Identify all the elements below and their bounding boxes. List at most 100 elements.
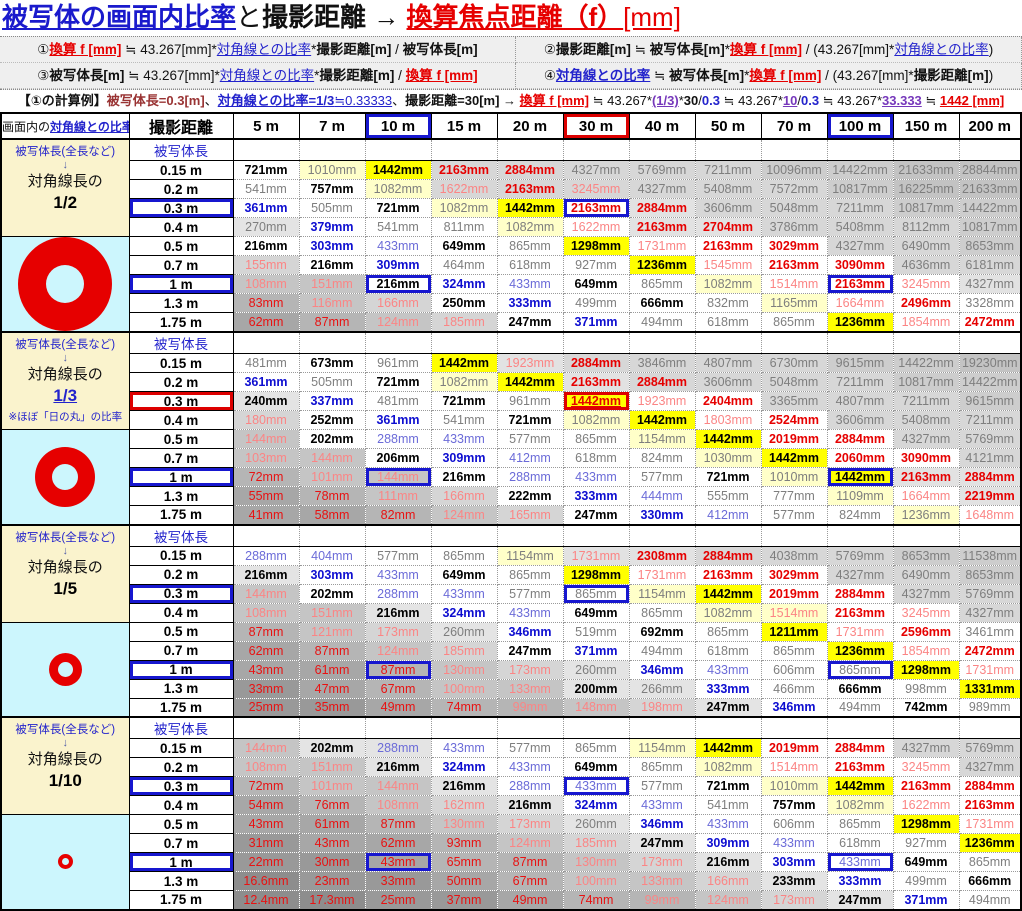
- text-segment: と: [236, 2, 263, 32]
- focal-length-cell: 6181mm: [959, 255, 1022, 276]
- focal-length-cell: 998mm: [893, 679, 960, 699]
- distance-column-header: 40 m: [628, 112, 696, 140]
- focal-length-cell: 337mm: [299, 391, 366, 411]
- focal-length-cell: 618mm: [695, 641, 762, 661]
- focal-length-cell: 4327mm: [563, 160, 630, 180]
- focal-length-cell: 721mm: [695, 776, 762, 796]
- subject-length-row-label: 1 m: [128, 274, 234, 295]
- focal-length-cell: 144mm: [233, 429, 300, 449]
- focal-length-cell: 2163mm: [893, 776, 960, 796]
- focal-length-cell: 130mm: [431, 814, 498, 834]
- focal-length-cell: 124mm: [431, 505, 498, 525]
- focal-length-cell: 100mm: [431, 679, 498, 699]
- focal-length-cell: 3090mm: [893, 448, 960, 468]
- focal-length-cell: 2472mm: [959, 641, 1022, 661]
- focal-length-cell: 1664mm: [827, 293, 894, 314]
- focal-length-cell: 5048mm: [761, 372, 828, 392]
- empty-cell: [497, 332, 564, 354]
- focal-length-cell: 67mm: [365, 679, 432, 699]
- focal-length-cell: 49mm: [365, 698, 432, 718]
- focal-length-cell: 2163mm: [827, 757, 894, 777]
- text-segment: ): [988, 68, 994, 83]
- focal-length-cell: 330mm: [629, 505, 696, 525]
- focal-length-cell: 505mm: [299, 198, 366, 218]
- focal-length-cell: 260mm: [563, 814, 630, 834]
- distance-column-header: 5 m: [232, 112, 300, 140]
- focal-length-cell: 173mm: [497, 660, 564, 680]
- focal-length-cell: 148mm: [563, 698, 630, 718]
- empty-cell: [365, 332, 432, 354]
- down-arrow-icon: ↓: [62, 159, 69, 171]
- focal-length-cell: 2163mm: [629, 217, 696, 237]
- focal-length-cell: 324mm: [431, 274, 498, 295]
- subject-length-caption: 被写体長(全長など): [15, 724, 116, 736]
- text-segment: 対角線との比率: [216, 42, 312, 57]
- focal-length-cell: 250mm: [431, 293, 498, 314]
- focal-length-cell: 87mm: [299, 312, 366, 333]
- focal-length-cell: 324mm: [431, 603, 498, 623]
- focal-length-cell: 14422mm: [959, 198, 1022, 218]
- text-segment: ④: [543, 68, 556, 83]
- focal-length-cell: 433mm: [827, 852, 894, 872]
- text-segment: 被写体長[m]: [649, 42, 725, 57]
- focal-length-cell: 19230mm: [959, 353, 1022, 373]
- focal-length-cell: 1154mm: [629, 584, 696, 604]
- focal-length-cell: 2308mm: [629, 546, 696, 566]
- distance-column-header: 100 m: [826, 112, 894, 140]
- subject-length-row-label: 1.75 m: [128, 312, 234, 333]
- text-segment: 撮影距離=30[m]: [405, 93, 500, 108]
- focal-length-cell: 1442mm: [365, 160, 432, 180]
- focal-length-cell: 101mm: [299, 776, 366, 796]
- focal-length-cell: 1923mm: [497, 353, 564, 373]
- focal-length-cell: 144mm: [299, 448, 366, 468]
- diagonal-caption: 対角線長の: [27, 558, 103, 576]
- focal-length-cell: 270mm: [233, 217, 300, 237]
- text-segment: 被写体長[m]: [49, 68, 125, 83]
- focal-length-cell: 10817mm: [827, 179, 894, 199]
- empty-cell: [563, 717, 630, 739]
- focal-length-cell: 3606mm: [695, 372, 762, 392]
- subject-length-header: 被写体長: [128, 716, 234, 739]
- subject-length-caption: 被写体長(全長など): [15, 146, 116, 158]
- focal-length-cell: 721mm: [695, 467, 762, 487]
- subject-length-header: 被写体長: [128, 524, 234, 547]
- ratio-section-1-3: 被写体長(全長など) ↓ 対角線長の 1/3 ※ほぼ「日の丸」の比率 被写体長 0.15 m…: [0, 331, 1022, 525]
- focal-length-cell: 618mm: [563, 448, 630, 468]
- text-segment: / (43.267[mm]*: [802, 42, 895, 57]
- focal-length-cell: 324mm: [431, 757, 498, 777]
- focal-length-cell: 28844mm: [959, 160, 1022, 180]
- focal-length-cell: 649mm: [431, 565, 498, 585]
- subject-length-row-label: 1.75 m: [128, 697, 234, 718]
- focal-length-cell: 99mm: [629, 890, 696, 910]
- focal-length-cell: 8653mm: [893, 546, 960, 566]
- focal-length-cell: 1082mm: [497, 217, 564, 237]
- diagonal-caption: 対角線長の: [27, 751, 103, 768]
- focal-length-cell: 961mm: [365, 353, 432, 373]
- focal-length-cell: 824mm: [629, 448, 696, 468]
- focal-length-cell: 2884mm: [497, 160, 564, 180]
- focal-length-cell: 216mm: [695, 852, 762, 872]
- focal-length-cell: 72mm: [233, 467, 300, 487]
- focal-length-cell: 1442mm: [695, 429, 762, 449]
- empty-cell: [497, 717, 564, 739]
- focal-length-cell: 606mm: [761, 814, 828, 834]
- text-segment: 被写体長[m]: [669, 68, 745, 83]
- subject-length-row-label: 0.4 m: [128, 602, 234, 623]
- focal-length-cell: 54mm: [233, 795, 300, 815]
- focal-length-cell: 62mm: [365, 833, 432, 853]
- focal-length-cell: 371mm: [893, 890, 960, 910]
- text-segment: 対角線との比率: [219, 68, 315, 83]
- focal-length-cell: 1154mm: [629, 429, 696, 449]
- focal-length-cell: 2524mm: [761, 410, 828, 430]
- text-segment: ≒ 43.267*: [589, 93, 652, 108]
- text-segment: 1442 [mm]: [939, 93, 1005, 108]
- focal-length-cell: 433mm: [365, 236, 432, 257]
- text-segment: →: [499, 93, 520, 108]
- focal-length-cell: 4636mm: [893, 255, 960, 276]
- focal-length-cell: 541mm: [233, 179, 300, 199]
- subject-length-caption: 被写体長(全長など): [15, 531, 116, 544]
- empty-cell: [365, 717, 432, 739]
- focal-length-cell: 494mm: [959, 890, 1022, 910]
- focal-length-cell: 7211mm: [959, 410, 1022, 430]
- subject-length-row-label: 0.4 m: [128, 410, 234, 430]
